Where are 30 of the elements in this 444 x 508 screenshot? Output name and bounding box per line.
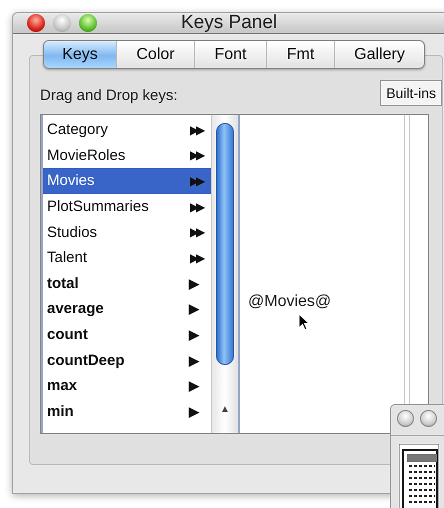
zoom-button[interactable] — [79, 14, 97, 32]
window-button[interactable] — [397, 410, 414, 427]
list-item[interactable]: count ▶ — [43, 322, 211, 348]
list-item[interactable]: MovieRoles ▶▶ — [43, 142, 211, 168]
list-item[interactable]: Category ▶▶ — [43, 117, 211, 143]
list-item[interactable]: Talent ▶▶ — [43, 244, 211, 271]
built-ins-button[interactable]: Built-ins — [380, 80, 442, 106]
tab[interactable]: Keys — [44, 41, 116, 68]
list-item[interactable]: countDeep ▶ — [43, 347, 211, 373]
list-item[interactable]: average ▶ — [43, 296, 211, 322]
list-item[interactable]: min ▶ — [43, 398, 211, 424]
tab[interactable]: Font — [194, 41, 266, 68]
minimize-button[interactable] — [53, 14, 71, 32]
tab[interactable]: Color — [116, 41, 194, 68]
list-item[interactable]: Studios ▶▶ — [43, 219, 211, 245]
list-item[interactable]: max ▶ — [43, 372, 211, 399]
scroll-thumb[interactable] — [216, 123, 234, 365]
list-item[interactable]: Movies ▶▶ — [43, 168, 211, 194]
scrollbar[interactable]: ▲ — [211, 115, 238, 433]
scroll-up-button[interactable]: ▲ — [212, 404, 238, 415]
tab[interactable]: Fmt — [266, 41, 334, 68]
section-label: Drag and Drop keys: — [40, 87, 178, 106]
thumbnail-drawing — [399, 444, 439, 508]
window-title: Keys Panel — [181, 12, 278, 34]
preview-text: @Movies@ — [248, 293, 332, 311]
list-item[interactable]: total ▶ — [43, 270, 211, 296]
list-item[interactable]: PlotSummaries ▶▶ — [43, 194, 211, 220]
close-button[interactable] — [27, 14, 45, 32]
window-button[interactable] — [420, 410, 437, 427]
cursor-icon — [298, 313, 310, 331]
